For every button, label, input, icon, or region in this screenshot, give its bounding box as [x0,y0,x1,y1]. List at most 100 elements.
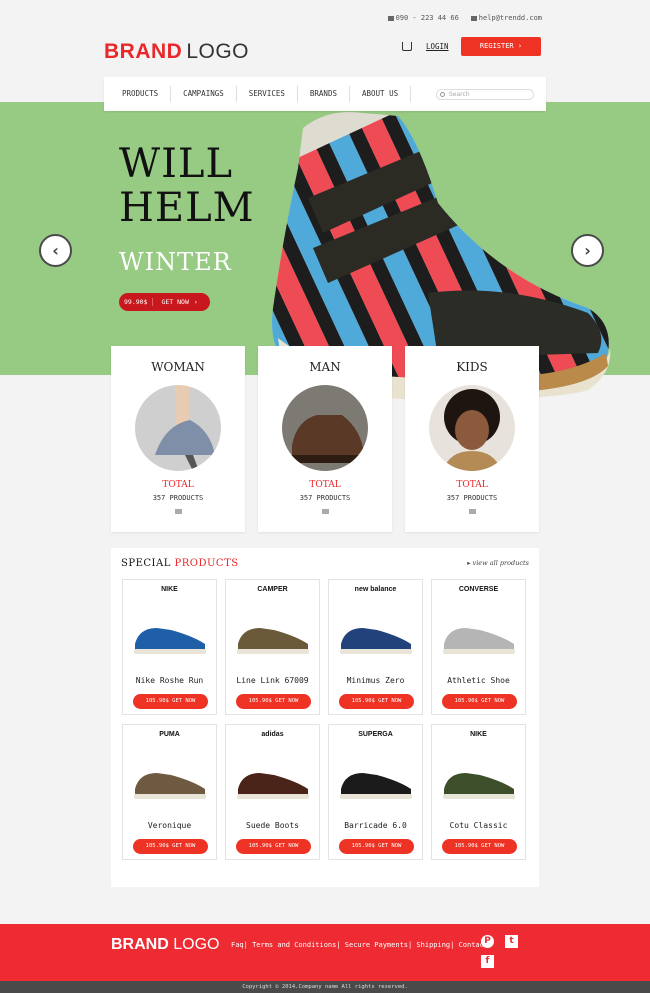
special-products-section: SPECIAL PRODUCTS ▸ view all products NIK… [111,548,539,887]
product-shoe-image [237,628,309,654]
nav-products[interactable]: PRODUCTS [110,86,172,102]
heading-red: PRODUCTS [174,558,239,569]
product-buy-button[interactable]: 105.90$ GET NOW [339,694,414,709]
grid-icon [174,509,182,514]
phone-icon [387,15,394,21]
category-title: KIDS [456,360,488,374]
product-buy-button[interactable]: 105.90$ GET NOW [339,839,414,854]
login-link[interactable]: LOGIN [426,42,449,51]
product-name: Athletic Shoe [447,676,510,685]
category-card-kids[interactable]: KIDS TOTAL 357 PRODUCTS [405,346,539,532]
mail-icon [470,15,477,21]
slider-next-button[interactable]: › [571,234,604,267]
product-card[interactable]: CONVERSE Athletic Shoe 105.90$ GET NOW [431,579,526,715]
contact-bar: 090 - 223 44 66 help@trendd.com [387,14,542,22]
product-card[interactable]: SUPERGA Barricade 6.0 105.90$ GET NOW [328,724,423,860]
heading-black: SPECIAL [121,558,171,569]
hero-cta-label: GET NOW [161,298,189,306]
product-card[interactable]: adidas Suede Boots 105.90$ GET NOW [225,724,320,860]
product-buy-button[interactable]: 105.90$ GET NOW [236,694,311,709]
category-total-label: TOTAL [162,480,194,490]
view-all-label: view all products [472,559,529,567]
category-count: 357 PRODUCTS [299,494,351,502]
product-card[interactable]: NIKE Nike Roshe Run 105.90$ GET NOW [122,579,217,715]
product-shoe-image [443,628,515,654]
register-button[interactable]: REGISTER › [461,37,541,56]
chevron-left-icon: ‹ [52,241,59,260]
grid-icon [321,509,329,514]
email-text[interactable]: help@trendd.com [479,14,542,22]
twitter-icon[interactable]: t [505,935,518,948]
search-input[interactable]: Search [436,89,534,100]
grid-icon [468,509,476,514]
product-name: Minimus Zero [346,676,405,685]
search-icon [440,92,445,97]
section-heading: SPECIAL PRODUCTS [121,558,239,569]
product-buy-button[interactable]: 105.90$ GET NOW [442,839,517,854]
man-boot-image [282,385,368,471]
hero-title: WILL HELM [119,142,255,230]
register-label: REGISTER [479,42,514,50]
product-buy-button[interactable]: 105.90$ GET NOW [133,694,208,709]
product-brand-logo: adidas [261,731,284,738]
kid-portrait-image [429,385,515,471]
view-all-link[interactable]: ▸ view all products [467,559,529,567]
category-total-label: TOTAL [309,480,341,490]
logo-brand: BRAND [104,40,183,63]
footer: BRAND LOGO Faq| Terms and Conditions| Se… [0,924,650,981]
chevron-right-icon: › [584,241,591,260]
product-card[interactable]: PUMA Veronique 105.90$ GET NOW [122,724,217,860]
footer-logo-brand: BRAND [111,936,169,953]
product-name: Veronique [147,821,192,830]
category-card-woman[interactable]: WOMAN TOTAL 357 PRODUCTS [111,346,245,532]
email[interactable]: help@trendd.com [470,14,542,22]
pinterest-icon[interactable]: P [481,935,494,948]
hero-title-line2: HELM [119,185,255,231]
product-card[interactable]: new balance Minimus Zero 105.90$ GET NOW [328,579,423,715]
product-shoe-image [134,773,206,799]
category-image [282,385,368,471]
facebook-icon[interactable]: f [481,955,494,968]
category-title: WOMAN [151,360,205,374]
hero-subtitle: WINTER [119,248,232,276]
arrow-icon: ▸ [467,559,471,567]
footer-logo-logo: LOGO [173,936,220,953]
copyright: Copyright © 2014.Company name All rights… [0,981,650,993]
search-placeholder: Search [449,91,470,98]
logo-logo: LOGO [186,40,250,63]
product-card[interactable]: NIKE Cotu Classic 105.90$ GET NOW [431,724,526,860]
product-brand-logo: PUMA [159,731,180,738]
nav-campaigns[interactable]: CAMPAINGS [171,86,237,102]
footer-logo[interactable]: BRAND LOGO [111,936,219,954]
phone-text: 090 - 223 44 66 [395,14,459,22]
hero-title-line1: WILL [119,141,234,187]
product-shoe-image [340,773,412,799]
category-count: 357 PRODUCTS [152,494,204,502]
product-card[interactable]: CAMPER Line Link 67009 105.90$ GET NOW [225,579,320,715]
nav-about-us[interactable]: ABOUT US [350,86,412,102]
category-card-man[interactable]: MAN TOTAL 357 PRODUCTS [258,346,392,532]
product-shoe-image [134,628,206,654]
hero-cta-button[interactable]: 99.90$ GET NOW › [119,293,210,311]
main-nav: PRODUCTS CAMPAINGS SERVICES BRANDS ABOUT… [104,77,546,111]
phone: 090 - 223 44 66 [387,14,459,22]
product-shoe-image [443,773,515,799]
product-brand-logo: NIKE [161,586,178,593]
slider-prev-button[interactable]: ‹ [39,234,72,267]
brand-logo[interactable]: BRAND LOGO [104,40,249,64]
product-buy-button[interactable]: 105.90$ GET NOW [133,839,208,854]
category-total-label: TOTAL [456,480,488,490]
hero-price: 99.90$ [119,298,154,306]
footer-links[interactable]: Faq| Terms and Conditions| Secure Paymen… [231,941,488,949]
nav-brands[interactable]: BRANDS [298,86,350,102]
product-buy-button[interactable]: 105.90$ GET NOW [442,694,517,709]
woman-shoe-image [135,385,221,471]
cart-icon[interactable] [402,42,412,51]
product-brand-logo: new balance [354,586,397,593]
product-brand-logo: SUPERGA [358,731,393,738]
chevron-right-icon: › [193,298,198,306]
product-buy-button[interactable]: 105.90$ GET NOW [236,839,311,854]
product-brand-logo: NIKE [470,731,487,738]
nav-services[interactable]: SERVICES [237,86,298,102]
product-name: Cotu Classic [449,821,508,830]
